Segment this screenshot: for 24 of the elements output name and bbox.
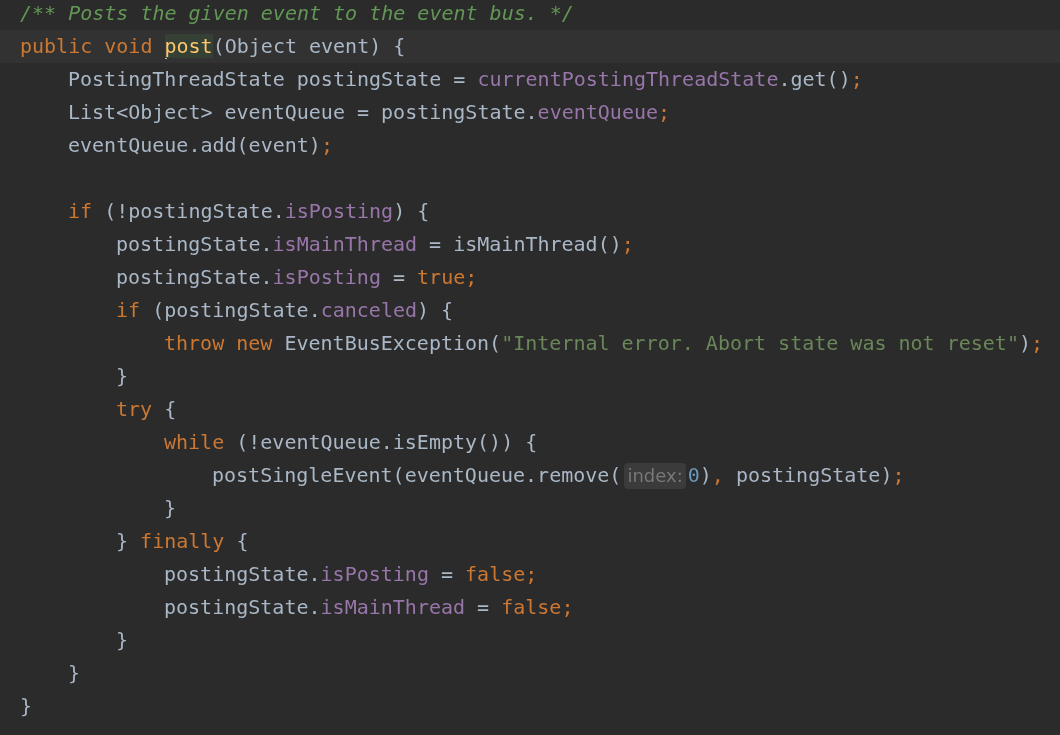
code-text: public void	[20, 33, 154, 60]
code-text: post(Object event) {	[164, 33, 406, 60]
code-text: PostingThreadState postingState = currentPostingThreadState.get();	[68, 66, 863, 93]
code-text: postingState.isMainThread = isMainThread();	[116, 231, 634, 258]
code-text: }	[164, 495, 177, 522]
parameter-hint: index:	[624, 462, 686, 489]
code-text: if (!postingState.isPosting) {	[68, 198, 430, 225]
code-text: }	[20, 693, 33, 720]
code-text: postingState.isPosting = true;	[116, 264, 478, 291]
code-text: if (postingState.canceled) {	[116, 297, 454, 324]
code-text: try {	[116, 396, 177, 423]
code-text: postingState.isMainThread = false;	[164, 594, 574, 621]
code-text: }	[116, 363, 129, 390]
code-text: }	[68, 660, 81, 687]
code-text: throw new EventBusException("Internal error. Abort state was not reset");	[164, 330, 1044, 357]
code-text: while (!eventQueue.isEmpty()) {	[164, 429, 538, 456]
code-text: 0), postingState);	[687, 462, 905, 489]
code-text: /** Posts the given event to the event bus. */	[20, 0, 574, 27]
code-text: List<Object> eventQueue = postingState.eventQueue;	[68, 99, 671, 126]
code-text: postSingleEvent(eventQueue.remove(	[212, 462, 622, 489]
code-text: }	[116, 627, 129, 654]
code-text: postingState.isPosting = false;	[164, 561, 538, 588]
code-text: } finally {	[116, 528, 249, 555]
code-text: eventQueue.add(event);	[68, 132, 333, 159]
